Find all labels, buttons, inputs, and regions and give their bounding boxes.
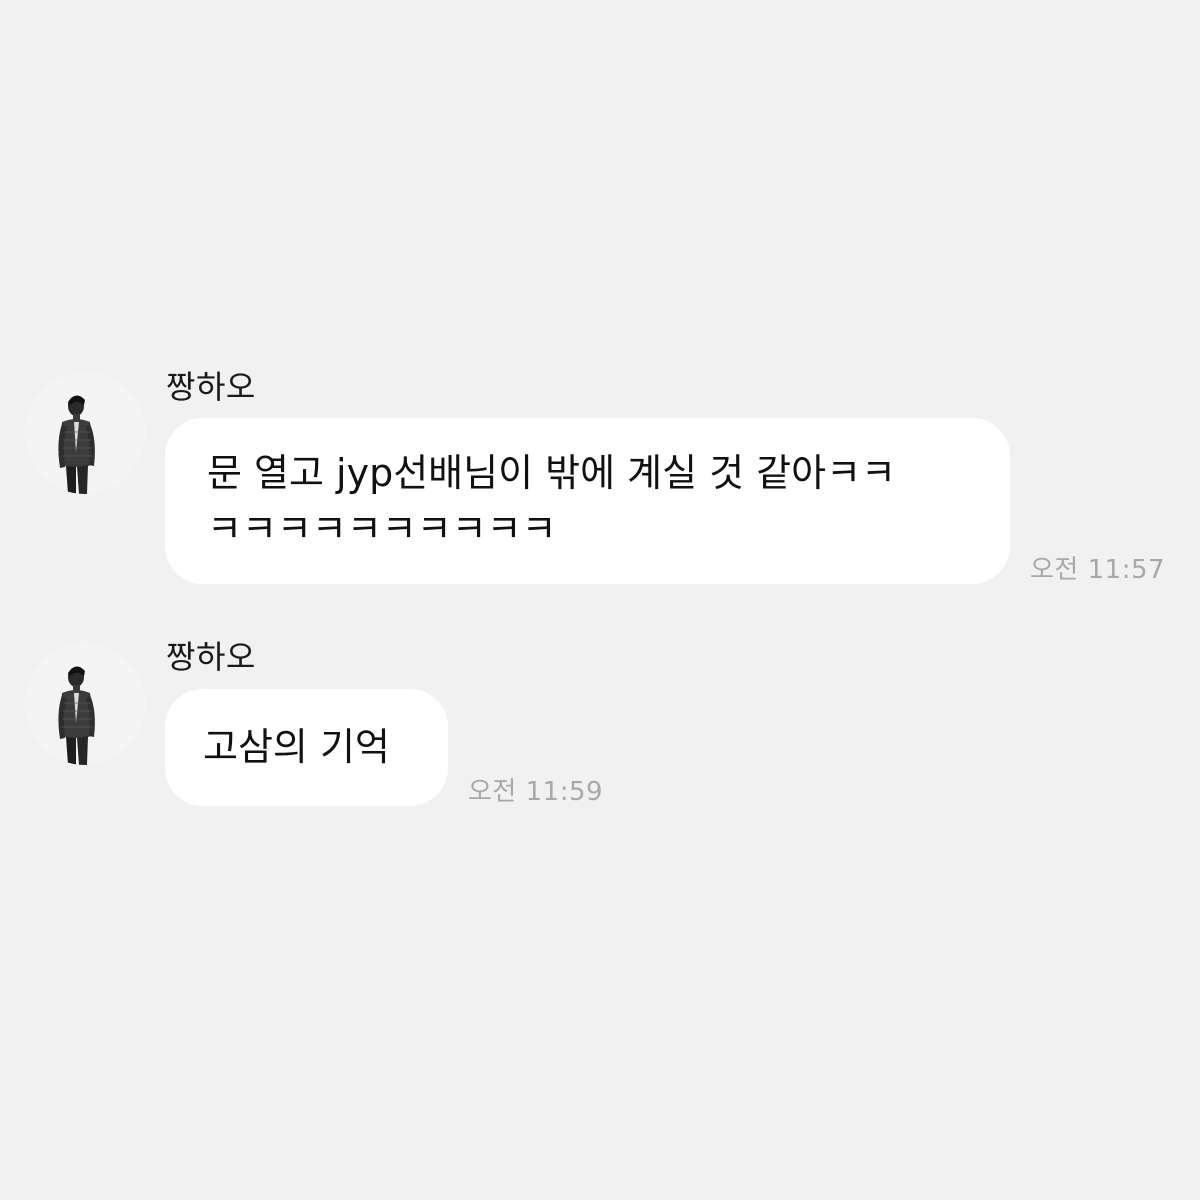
avatar[interactable] [24,372,146,494]
sender-name: 짱하오 [166,368,256,406]
message-text-line: ㅋㅋㅋㅋㅋㅋㅋㅋㅋㅋ [207,507,557,551]
profile-photo-icon [24,643,146,765]
sender-name: 짱하오 [166,638,256,676]
message-timestamp: 오전 11:57 [1030,555,1166,585]
chat-canvas: 짱하오 문 열고 jyp선배님이 밖에 계실 것 같아ㅋㅋ ㅋㅋㅋㅋㅋㅋㅋㅋㅋㅋ… [0,0,1200,1200]
profile-photo-icon [24,372,146,494]
message-timestamp: 오전 11:59 [468,777,604,807]
message-bubble[interactable]: 문 열고 jyp선배님이 밖에 계실 것 같아ㅋㅋ ㅋㅋㅋㅋㅋㅋㅋㅋㅋㅋ [165,418,1010,584]
avatar[interactable] [24,643,146,765]
message-text-line: 문 열고 jyp선배님이 밖에 계실 것 같아ㅋㅋ [207,451,897,495]
message-text-line: 고삼의 기억 [203,725,390,769]
message-bubble[interactable]: 고삼의 기억 [165,689,448,806]
